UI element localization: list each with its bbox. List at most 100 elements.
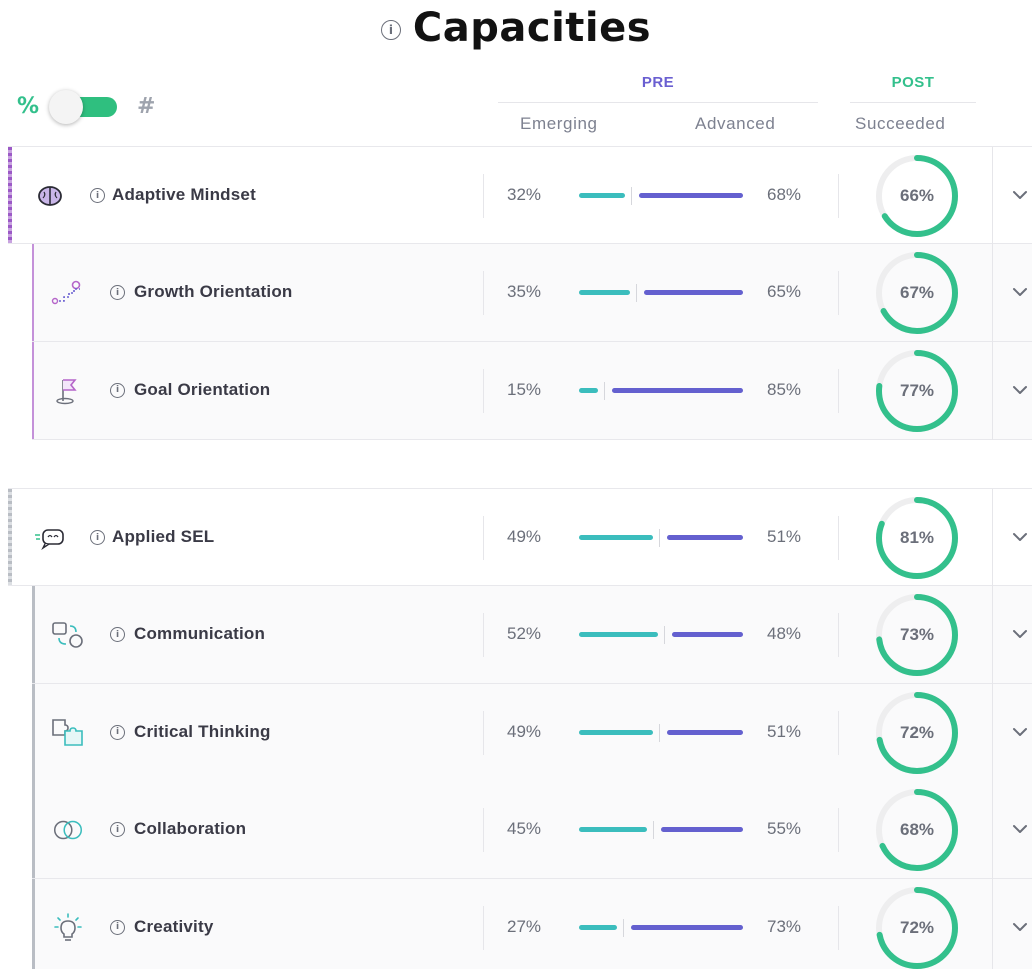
chevron-down-icon[interactable]: [1010, 527, 1030, 547]
lightbulb-icon: [50, 910, 86, 946]
bar-divider: [659, 529, 661, 547]
advanced-bar: [660, 827, 743, 832]
succeeded-donut: 77%: [871, 345, 963, 437]
column-separator: [838, 271, 839, 315]
succeeded-percent: 66%: [899, 186, 935, 205]
stairs-icon: [50, 275, 86, 311]
succeeded-donut: 81%: [871, 492, 963, 584]
advanced-percent: 68%: [767, 185, 802, 204]
succeeded-percent: 73%: [899, 625, 935, 644]
row-accent-bar: [32, 878, 35, 969]
succeeded-percent: 81%: [899, 528, 935, 547]
column-separator: [838, 905, 839, 950]
row-accent-bar: [32, 781, 35, 878]
page-header: i Capacities: [0, 0, 1032, 56]
advanced-bar: [667, 535, 743, 540]
pre-header-divider: [498, 102, 818, 103]
info-icon[interactable]: i: [380, 20, 401, 40]
bar-divider: [623, 918, 625, 937]
column-separator: [838, 174, 839, 218]
succeeded-donut: 72%: [871, 882, 963, 969]
chevron-down-icon[interactable]: [1010, 282, 1030, 302]
chevron-down-icon[interactable]: [1010, 917, 1030, 937]
advanced-percent: 51%: [767, 527, 802, 546]
emerging-percent: 49%: [507, 527, 542, 546]
info-icon[interactable]: i: [90, 530, 105, 545]
info-icon[interactable]: i: [110, 919, 125, 935]
column-separator: [992, 683, 993, 782]
bar-divider: [636, 284, 638, 302]
advanced-bar: [667, 729, 743, 735]
emerging-bar: [579, 632, 659, 637]
column-separator: [483, 516, 484, 560]
bar-divider: [659, 723, 661, 742]
advanced-bar: [672, 632, 743, 637]
emerging-percent: 49%: [507, 721, 542, 741]
column-separator: [483, 808, 484, 852]
advanced-percent: 73%: [767, 916, 802, 936]
advanced-percent: 65%: [767, 282, 802, 301]
capacity-name: Critical Thinking: [134, 721, 271, 741]
chevron-down-icon[interactable]: [1010, 380, 1030, 400]
emerging-bar: [579, 193, 626, 198]
succeeded-donut: 72%: [871, 687, 963, 779]
chevron-down-icon[interactable]: [1010, 819, 1030, 839]
emerging-percent: 45%: [507, 819, 542, 838]
succeeded-percent: 68%: [899, 820, 935, 839]
emerging-percent: 32%: [507, 185, 542, 204]
sub-capacity-row[interactable]: i Creativity 27% 73% 72%: [32, 878, 1032, 969]
info-icon[interactable]: i: [110, 724, 125, 740]
info-icon[interactable]: i: [90, 188, 105, 203]
capacity-name: Collaboration: [134, 819, 247, 838]
capacity-name: Communication: [134, 624, 266, 643]
percent-count-toggle[interactable]: [49, 90, 121, 124]
capacity-name: Goal Orientation: [134, 379, 271, 399]
post-header: POST: [891, 74, 935, 91]
row-accent-bar: [32, 244, 34, 341]
advanced-column-header: Advanced: [695, 114, 776, 133]
info-icon[interactable]: i: [110, 627, 125, 642]
pre-header: PRE: [641, 74, 675, 91]
succeeded-percent: 72%: [899, 722, 935, 742]
row-accent-bar: [8, 147, 12, 243]
column-separator: [838, 516, 839, 560]
capacity-name: Growth Orientation: [134, 282, 293, 301]
sub-capacity-row[interactable]: i Growth Orientation 35% 65% 67%: [32, 244, 1032, 342]
info-icon[interactable]: i: [110, 285, 125, 300]
brain-icon: [32, 178, 68, 214]
chevron-down-icon[interactable]: [1010, 185, 1030, 205]
advanced-percent: 51%: [767, 721, 802, 741]
info-icon[interactable]: i: [110, 382, 125, 398]
advanced-bar: [611, 387, 743, 393]
chevron-down-icon[interactable]: [1010, 624, 1030, 644]
emerging-percent: 15%: [507, 379, 542, 399]
capacity-row[interactable]: i Adaptive Mindset 32% 68% 66%: [8, 146, 1032, 245]
column-separator: [992, 586, 993, 684]
column-separator: [838, 613, 839, 657]
info-icon[interactable]: i: [110, 822, 125, 837]
row-accent-bar: [32, 341, 34, 439]
emerging-bar: [579, 290, 631, 295]
advanced-percent: 48%: [767, 624, 802, 643]
column-separator: [838, 808, 839, 852]
flag-icon: [50, 373, 86, 409]
chevron-down-icon[interactable]: [1010, 722, 1030, 742]
count-label: #: [137, 93, 156, 119]
emerging-bar: [579, 387, 598, 393]
succeeded-donut: 68%: [871, 784, 963, 876]
sub-capacity-row[interactable]: i Goal Orientation 15% 85% 77%: [32, 341, 1032, 440]
column-separator: [483, 174, 484, 218]
sub-capacity-row[interactable]: i Communication 52% 48% 73%: [32, 586, 1032, 684]
succeeded-donut: 67%: [871, 247, 963, 339]
advanced-bar: [631, 924, 743, 930]
column-separator: [992, 489, 993, 587]
emerging-percent: 27%: [507, 916, 542, 936]
overlapping-circles-icon: [50, 812, 86, 848]
sub-capacity-row[interactable]: i Collaboration 45% 55% 68%: [32, 781, 1032, 879]
sub-capacity-row[interactable]: i Critical Thinking 49% 51% 72%: [32, 683, 1032, 782]
column-separator: [992, 244, 993, 342]
succeeded-percent: 67%: [899, 283, 935, 302]
capacity-row[interactable]: i Applied SEL 49% 51% 81%: [8, 488, 1032, 587]
bar-divider: [631, 187, 633, 205]
toggle-knob[interactable]: [49, 90, 84, 124]
